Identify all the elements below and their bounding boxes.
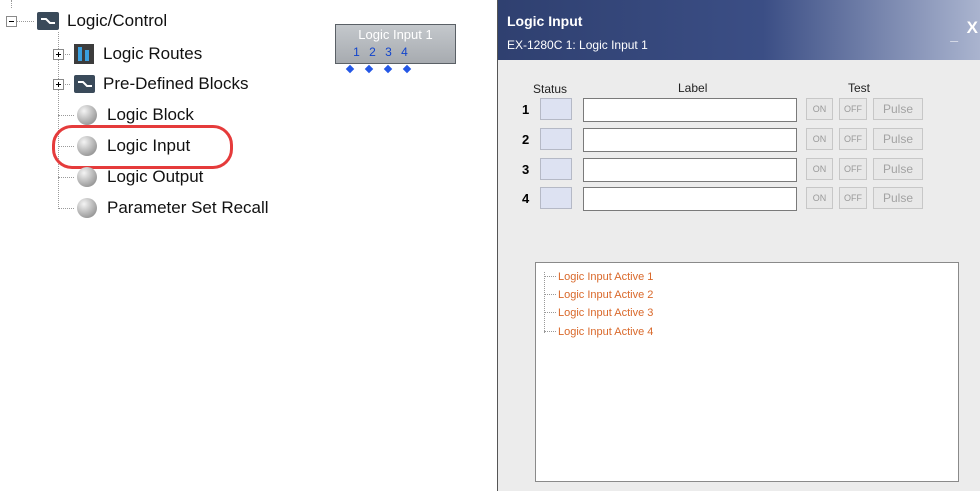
highlight-annotation <box>52 125 233 169</box>
list-item[interactable]: Logic Input Active 4 <box>544 322 653 341</box>
row-number: 3 <box>522 162 530 177</box>
parameter-set-recall-icon <box>77 198 97 218</box>
pulse-button[interactable]: Pulse <box>873 98 923 120</box>
expand-toggle-predefined-blocks[interactable] <box>53 79 64 90</box>
tree-node-predefined-blocks[interactable]: Pre-Defined Blocks <box>74 71 249 97</box>
logic-control-icon <box>37 12 59 30</box>
logic-block-icon <box>77 105 97 125</box>
output-pin-4[interactable] <box>402 64 412 74</box>
list-item-label: Logic Input Active 4 <box>558 325 654 338</box>
list-item[interactable]: Logic Input Active 2 <box>544 285 653 304</box>
pulse-button[interactable]: Pulse <box>873 187 923 209</box>
pin-label: 1 <box>353 45 360 59</box>
close-button[interactable]: X <box>967 18 978 38</box>
on-button[interactable]: ON <box>806 158 833 180</box>
logic-input-block[interactable]: Logic Input 1 1 2 3 4 <box>335 24 456 64</box>
tree-node-label: Parameter Set Recall <box>107 198 269 217</box>
pin-label: 2 <box>369 45 376 59</box>
dialog-subtitle: EX-1280C 1: Logic Input 1 <box>507 38 648 52</box>
label-field[interactable] <box>583 187 797 211</box>
off-button[interactable]: OFF <box>839 158 867 180</box>
label-field[interactable] <box>583 158 797 182</box>
off-button[interactable]: OFF <box>839 98 867 120</box>
test-header: Test <box>848 81 871 95</box>
label-field[interactable] <box>583 98 797 122</box>
output-pin-2[interactable] <box>364 64 374 74</box>
row-number: 4 <box>522 191 530 206</box>
dialog-title: Logic Input <box>507 13 583 29</box>
label-header: Label <box>678 81 708 95</box>
tree-node-label: Logic Output <box>107 167 204 186</box>
status-indicator <box>540 187 572 209</box>
expand-toggle-logic-routes[interactable] <box>53 49 64 60</box>
list-item-label: Logic Input Active 1 <box>558 270 654 283</box>
logic-input-dialog: Logic Input EX-1280C 1: Logic Input 1 _ … <box>497 0 980 491</box>
minimize-button[interactable]: _ <box>950 27 958 43</box>
status-indicator <box>540 158 572 180</box>
logic-output-icon <box>77 167 97 187</box>
tree-node-label: Logic Block <box>107 105 194 124</box>
output-pin-1[interactable] <box>345 64 355 74</box>
list-item-label: Logic Input Active 3 <box>558 306 654 319</box>
tree-node-logic-control[interactable]: Logic/Control <box>37 8 167 34</box>
pulse-button[interactable]: Pulse <box>873 158 923 180</box>
block-title: Logic Input 1 <box>358 27 433 42</box>
predefined-blocks-icon <box>74 75 95 93</box>
on-button[interactable]: ON <box>806 98 833 120</box>
block-pin-labels: 1 2 3 4 <box>352 45 409 59</box>
logic-routes-icon <box>74 44 94 64</box>
tree-node-label: Logic Routes <box>103 44 203 63</box>
output-pin-3[interactable] <box>383 64 393 74</box>
status-header: Status <box>533 82 568 96</box>
list-item-label: Logic Input Active 2 <box>558 288 654 301</box>
status-indicator <box>540 98 572 120</box>
list-item[interactable]: Logic Input Active 3 <box>544 303 653 322</box>
tree-node-parameter-set-recall[interactable]: Parameter Set Recall <box>77 195 269 221</box>
tree-node-label: Logic/Control <box>67 11 168 30</box>
component-tree: Logic/Control Logic Routes Pre-Defined B… <box>0 0 330 491</box>
tree-node-label: Pre-Defined Blocks <box>103 74 249 93</box>
dialog-titlebar[interactable]: Logic Input EX-1280C 1: Logic Input 1 _ … <box>498 0 980 60</box>
list-item[interactable]: Logic Input Active 1 <box>544 267 653 286</box>
off-button[interactable]: OFF <box>839 128 867 150</box>
off-button[interactable]: OFF <box>839 187 867 209</box>
tree-node-logic-routes[interactable]: Logic Routes <box>74 41 202 67</box>
pin-label: 4 <box>401 45 408 59</box>
logic-output-list[interactable]: Logic Input Active 1 Logic Input Active … <box>535 262 959 482</box>
block-output-pins <box>345 64 412 74</box>
pulse-button[interactable]: Pulse <box>873 128 923 150</box>
tree-node-logic-output[interactable]: Logic Output <box>77 164 203 190</box>
on-button[interactable]: ON <box>806 128 833 150</box>
row-number: 2 <box>522 132 530 147</box>
row-number: 1 <box>522 102 530 117</box>
label-field[interactable] <box>583 128 797 152</box>
pin-label: 3 <box>385 45 392 59</box>
collapse-toggle-logic-control[interactable] <box>6 16 17 27</box>
on-button[interactable]: ON <box>806 187 833 209</box>
status-indicator <box>540 128 572 150</box>
